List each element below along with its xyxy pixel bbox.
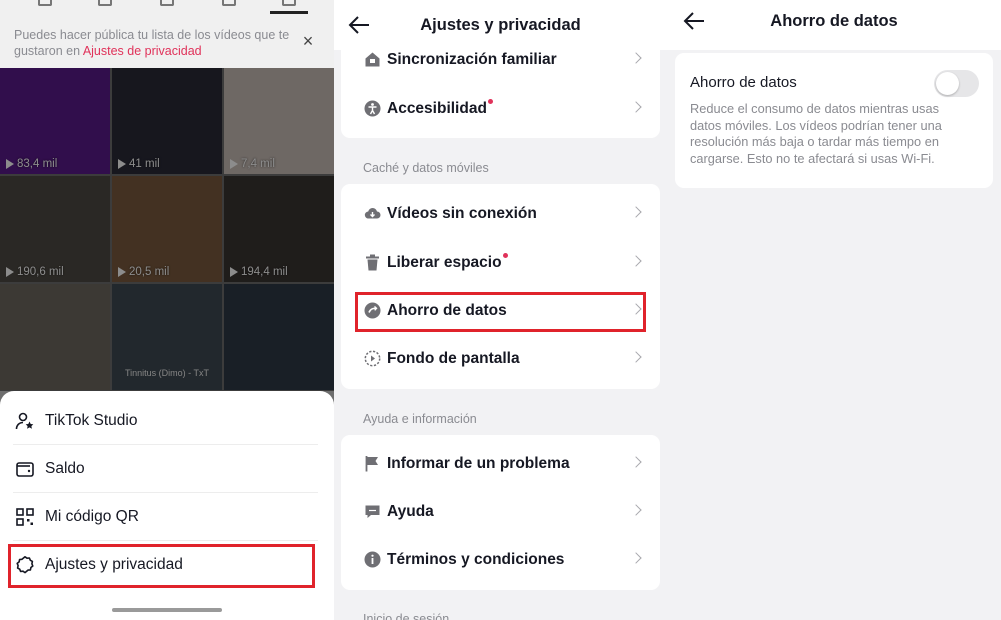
info-icon — [364, 551, 381, 568]
privacy-settings-link[interactable]: Ajustes de privacidad — [83, 44, 202, 58]
data-saver-toggle[interactable] — [934, 70, 979, 97]
menu-label: Mi código QR — [45, 507, 139, 525]
settings-row-help[interactable]: Ayuda — [341, 488, 660, 536]
settings-row-accessibility[interactable]: Accesibilidad — [341, 85, 660, 133]
chevron-right-icon — [630, 101, 642, 113]
row-label: Sincronización familiar — [387, 51, 557, 68]
section-header-login: Inicio de sesión — [363, 612, 450, 620]
chevron-right-icon — [630, 456, 642, 468]
qr-code-icon — [16, 507, 34, 526]
tab-grid-icon[interactable] — [38, 0, 52, 6]
home-lock-icon — [365, 52, 380, 67]
home-indicator — [112, 608, 222, 612]
settings-card-help: Informar de un problema Ayuda Términos y… — [341, 435, 660, 590]
menu-item-qr-code[interactable]: Mi código QR — [13, 493, 318, 541]
data-saver-setting-label: Ahorro de datos — [690, 74, 797, 91]
chevron-right-icon — [630, 52, 642, 64]
modal-dim-overlay[interactable] — [0, 68, 334, 391]
cloud-download-icon — [364, 207, 381, 219]
menu-item-tiktok-studio[interactable]: TikTok Studio — [13, 397, 318, 445]
close-icon[interactable]: × — [299, 32, 317, 50]
wallet-icon — [16, 461, 34, 477]
data-saver-card: Ahorro de datos Reduce el consumo de dat… — [675, 53, 993, 188]
page-title: Ahorro de datos — [770, 12, 898, 30]
settings-card-account: Sincronización familiar Accesibilidad — [341, 39, 660, 138]
row-label: Ayuda — [387, 503, 434, 520]
menu-label: Saldo — [45, 459, 85, 477]
profile-tabs — [0, 0, 334, 10]
row-label: Informar de un problema — [387, 455, 570, 472]
row-label: Liberar espacio — [387, 253, 508, 272]
settings-row-terms[interactable]: Términos y condiciones — [341, 536, 660, 584]
person-star-icon — [15, 412, 34, 429]
row-label: Vídeos sin conexión — [387, 205, 537, 222]
row-label-text: Accesibilidad — [387, 100, 487, 117]
wallpaper-icon — [364, 350, 381, 367]
row-label: Accesibilidad — [387, 99, 493, 118]
settings-row-offline-videos[interactable]: Vídeos sin conexión — [341, 190, 660, 238]
tab-repost-icon[interactable] — [98, 0, 112, 6]
settings-row-wallpaper[interactable]: Fondo de pantalla — [341, 335, 660, 383]
settings-panel: Ajustes y privacidad Sincronización fami… — [334, 0, 667, 620]
row-label-text: Liberar espacio — [387, 254, 502, 271]
section-header-help: Ayuda e información — [363, 412, 477, 426]
chevron-right-icon — [630, 552, 642, 564]
chevron-right-icon — [630, 504, 642, 516]
bottom-sheet-menu: TikTok Studio Saldo Mi código QR Ajustes… — [0, 391, 334, 620]
row-label: Términos y condiciones — [387, 551, 565, 568]
notification-dot — [487, 99, 493, 104]
tab-favorites-icon[interactable] — [160, 0, 174, 6]
settings-row-report-problem[interactable]: Informar de un problema — [341, 440, 660, 488]
chat-bubble-icon — [365, 505, 380, 518]
privacy-notice: Puedes hacer pública tu lista de los víd… — [14, 27, 299, 59]
data-saver-header: Ahorro de datos — [667, 0, 1001, 50]
chevron-right-icon — [630, 351, 642, 363]
section-header-cache: Caché y datos móviles — [363, 161, 489, 175]
data-saver-description: Reduce el consumo de datos mientras usas… — [690, 101, 942, 166]
menu-item-balance[interactable]: Saldo — [13, 445, 318, 493]
toggle-knob — [936, 72, 959, 95]
chevron-right-icon — [630, 255, 642, 267]
profile-top-area: Puedes hacer pública tu lista de los víd… — [0, 0, 334, 68]
active-tab-indicator — [270, 11, 308, 14]
highlight-box-settings — [8, 544, 315, 588]
trash-icon — [366, 254, 379, 271]
settings-card-cache: Vídeos sin conexión Liberar espacio Ahor… — [341, 184, 660, 389]
settings-row-free-space[interactable]: Liberar espacio — [341, 239, 660, 287]
flag-icon — [365, 456, 378, 472]
tab-saved-icon[interactable] — [222, 0, 236, 6]
accessibility-icon — [364, 100, 381, 117]
notification-dot — [502, 253, 508, 258]
row-label: Fondo de pantalla — [387, 350, 520, 367]
menu-label: TikTok Studio — [45, 411, 138, 429]
highlight-box-data-saver — [355, 292, 646, 332]
data-saver-panel: Ahorro de datos Ahorro de datos Reduce e… — [667, 0, 1001, 620]
settings-row-family-sync[interactable]: Sincronización familiar — [341, 36, 660, 84]
page-title: Ajustes y privacidad — [420, 16, 581, 34]
chevron-right-icon — [630, 206, 642, 218]
tab-liked-icon[interactable] — [282, 0, 296, 6]
profile-panel: Puedes hacer pública tu lista de los víd… — [0, 0, 334, 620]
